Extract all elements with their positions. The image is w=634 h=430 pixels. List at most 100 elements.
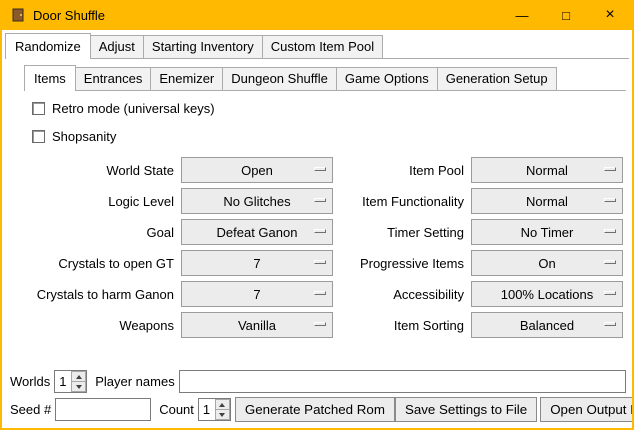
weapons-dropdown[interactable]: Vanilla (181, 312, 333, 338)
crystals-open-gt-label: Crystals to open GT (24, 256, 176, 271)
item-pool-label: Item Pool (338, 163, 466, 178)
crystals-harm-ganon-label: Crystals to harm Ganon (24, 287, 176, 302)
worlds-value: 1 (55, 371, 71, 392)
item-sorting-label: Item Sorting (338, 318, 466, 333)
tab-game-options[interactable]: Game Options (336, 67, 438, 90)
dropdown-indicator-icon (314, 167, 326, 171)
world-state-dropdown[interactable]: Open (181, 157, 333, 183)
inner-tabbar: Items Entrances Enemizer Dungeon Shuffle… (24, 65, 629, 90)
tab-entrances[interactable]: Entrances (75, 67, 152, 90)
window-body: Randomize Adjust Starting Inventory Cust… (2, 30, 632, 428)
options-grid: World State Open Item Pool Normal Logic … (24, 157, 626, 338)
goal-dropdown[interactable]: Defeat Ganon (181, 219, 333, 245)
seed-label: Seed # (10, 402, 51, 417)
retro-mode-checkbox[interactable] (32, 102, 45, 115)
retro-mode-label: Retro mode (universal keys) (52, 101, 215, 116)
dropdown-indicator-icon (604, 291, 616, 295)
item-functionality-label: Item Functionality (338, 194, 466, 209)
progressive-items-value: On (538, 256, 555, 271)
world-state-label: World State (24, 163, 176, 178)
tab-starting-inventory[interactable]: Starting Inventory (143, 35, 263, 58)
item-sorting-dropdown[interactable]: Balanced (471, 312, 623, 338)
dropdown-indicator-icon (604, 198, 616, 202)
save-settings-button[interactable]: Save Settings to File (395, 397, 537, 422)
outer-tabbar: Randomize Adjust Starting Inventory Cust… (5, 33, 632, 58)
player-names-input[interactable] (179, 370, 626, 393)
goal-value: Defeat Ganon (217, 225, 298, 240)
progressive-items-dropdown[interactable]: On (471, 250, 623, 276)
minimize-icon[interactable]: — (500, 0, 544, 30)
timer-setting-value: No Timer (521, 225, 574, 240)
window-controls: — □ × (500, 0, 632, 30)
spin-down-icon[interactable] (215, 410, 230, 420)
weapons-label: Weapons (24, 318, 176, 333)
tab-randomize[interactable]: Randomize (5, 33, 91, 59)
crystals-harm-ganon-value: 7 (253, 287, 260, 302)
player-names-label: Player names (95, 374, 174, 389)
dropdown-indicator-icon (314, 198, 326, 202)
worlds-stepper-arrows (71, 371, 86, 392)
shopsanity-checkbox[interactable] (32, 130, 45, 143)
close-icon[interactable]: × (588, 0, 632, 30)
crystals-harm-ganon-dropdown[interactable]: 7 (181, 281, 333, 307)
worlds-label: Worlds (10, 374, 50, 389)
logic-level-dropdown[interactable]: No Glitches (181, 188, 333, 214)
world-state-value: Open (241, 163, 273, 178)
item-pool-value: Normal (526, 163, 568, 178)
tab-enemizer[interactable]: Enemizer (150, 67, 223, 90)
weapons-value: Vanilla (238, 318, 276, 333)
timer-setting-dropdown[interactable]: No Timer (471, 219, 623, 245)
item-pool-dropdown[interactable]: Normal (471, 157, 623, 183)
logic-level-label: Logic Level (24, 194, 176, 209)
dropdown-indicator-icon (314, 229, 326, 233)
retro-mode-row: Retro mode (universal keys) (32, 97, 626, 119)
titlebar: Door Shuffle — □ × (2, 0, 632, 30)
shopsanity-row: Shopsanity (32, 125, 626, 147)
worlds-stepper[interactable]: 1 (54, 370, 87, 393)
worlds-row: Worlds 1 Player names (10, 370, 626, 393)
item-functionality-dropdown[interactable]: Normal (471, 188, 623, 214)
count-label: Count (159, 402, 194, 417)
tab-custom-item-pool[interactable]: Custom Item Pool (262, 35, 383, 58)
accessibility-value: 100% Locations (501, 287, 594, 302)
count-value: 1 (199, 399, 215, 420)
items-pane: Retro mode (universal keys) Shopsanity W… (24, 90, 626, 364)
dropdown-indicator-icon (604, 322, 616, 326)
window-title: Door Shuffle (33, 8, 105, 23)
timer-setting-label: Timer Setting (338, 225, 466, 240)
progressive-items-label: Progressive Items (338, 256, 466, 271)
accessibility-label: Accessibility (338, 287, 466, 302)
maximize-icon[interactable]: □ (544, 0, 588, 30)
spin-up-icon[interactable] (71, 371, 86, 382)
dropdown-indicator-icon (314, 291, 326, 295)
dropdown-indicator-icon (604, 229, 616, 233)
goal-label: Goal (24, 225, 176, 240)
dropdown-indicator-icon (604, 260, 616, 264)
accessibility-dropdown[interactable]: 100% Locations (471, 281, 623, 307)
shopsanity-label: Shopsanity (52, 129, 116, 144)
seed-input[interactable] (55, 398, 151, 421)
app-window: Door Shuffle — □ × Randomize Adjust Star… (0, 0, 634, 430)
generate-patched-rom-button[interactable]: Generate Patched Rom (235, 397, 395, 422)
crystals-open-gt-dropdown[interactable]: 7 (181, 250, 333, 276)
logic-level-value: No Glitches (223, 194, 290, 209)
item-sorting-value: Balanced (520, 318, 574, 333)
item-functionality-value: Normal (526, 194, 568, 209)
footer: Worlds 1 Player names Seed # Count (5, 364, 629, 425)
count-stepper[interactable]: 1 (198, 398, 231, 421)
dropdown-indicator-icon (314, 322, 326, 326)
crystals-open-gt-value: 7 (253, 256, 260, 271)
spin-up-icon[interactable] (215, 399, 230, 410)
tab-items[interactable]: Items (24, 65, 76, 91)
app-icon (10, 7, 26, 23)
tab-generation-setup[interactable]: Generation Setup (437, 67, 557, 90)
randomize-pane: Items Entrances Enemizer Dungeon Shuffle… (5, 58, 629, 425)
dropdown-indicator-icon (604, 167, 616, 171)
tab-dungeon-shuffle[interactable]: Dungeon Shuffle (222, 67, 337, 90)
tab-adjust[interactable]: Adjust (90, 35, 144, 58)
dropdown-indicator-icon (314, 260, 326, 264)
open-output-directory-button[interactable]: Open Output Directory (540, 397, 632, 422)
count-stepper-arrows (215, 399, 230, 420)
spin-down-icon[interactable] (71, 382, 86, 392)
seed-row: Seed # Count 1 Generate Patched Rom Save… (10, 397, 626, 422)
